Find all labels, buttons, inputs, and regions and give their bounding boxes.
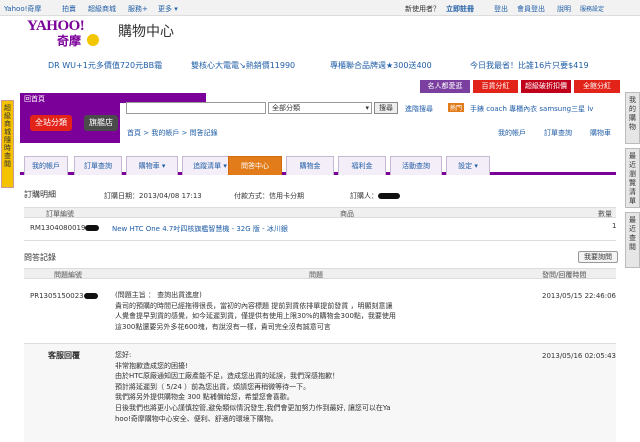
question-body: (問題主旨 ： 查詢出貨進度) 貴司的預購的時間已經拖得很長，當初的內容標題 提…: [115, 290, 396, 332]
right-side-tabs: 我的購物 最近瀏覽清單 最近查閱: [625, 92, 640, 270]
question-time: 2013/05/15 22:46:06: [542, 292, 617, 300]
top-link-services[interactable]: 服務+: [128, 4, 148, 14]
buyer-label-text: 訂購人：: [350, 192, 378, 200]
question-line: 貴司的預購的時間已經拖得很長，當初的內容標題 提前到貨依排單提前發貨 ，明顯刻意…: [115, 301, 393, 310]
promo-button-discount[interactable]: 超級破折扣價: [521, 80, 571, 93]
reply-line: 日後我們也將更小心謹慎控管,避免類似情況發生,我們會更加努力作到最好, 讓您可以…: [115, 403, 391, 412]
member-logout-link[interactable]: 會員登出: [517, 4, 545, 14]
breadcrumb[interactable]: 首頁 > 我的帳戶 > 問答記錄: [127, 128, 218, 138]
qa-table-header: 問題編號 問題 發問/回覆時間: [24, 268, 616, 279]
promo-button-all[interactable]: 全館分紅: [574, 80, 620, 93]
order-query-link[interactable]: 訂單查詢: [544, 128, 572, 138]
redacted-question-suffix: [83, 293, 98, 299]
reply-body: 您好: 非常抱歉造成您的困擾! 由於HTC原廠通知因工廠產能不足，造成您出貨的延…: [115, 350, 391, 424]
tab-shopping-credit[interactable]: 購物金: [286, 156, 334, 175]
tab-welfare[interactable]: 福利金: [338, 156, 386, 175]
buyer-label: 訂購人：: [350, 191, 400, 201]
left-side-badge[interactable]: 超級商城隨時查閱: [1, 100, 14, 188]
tab-qa-center[interactable]: 問答中心: [228, 156, 282, 175]
hot-badge: 熱門: [448, 103, 465, 112]
tab-activity-query[interactable]: 活動查詢: [390, 156, 442, 175]
search-category-select[interactable]: 全部分類 ▾: [268, 102, 372, 114]
tab-my-account[interactable]: 我的帳戶: [24, 156, 68, 175]
qa-section-title: 問答記錄: [24, 253, 56, 262]
promo-link-1[interactable]: DR WU+1元多價值720元BB霜: [48, 60, 162, 71]
promo-link-2[interactable]: 雙核心大電電↘熱銷價11990: [191, 60, 295, 71]
top-link-mall[interactable]: 超級商城: [88, 4, 116, 14]
col-question-id: 問題編號: [54, 271, 82, 279]
reply-line: hoo!奇摩購物中心安全、便利、舒適的環境下購物。: [115, 414, 278, 423]
reply-label: 客服回覆: [48, 351, 80, 360]
order-id-text: RM1304080019: [30, 224, 86, 232]
top-link-yahoo[interactable]: Yahoo!奇摩: [4, 4, 41, 14]
advanced-search-link[interactable]: 進階搜尋: [405, 104, 433, 114]
question-subject: (問題主旨 ： 查詢出貨進度): [115, 291, 202, 299]
divider: [24, 240, 616, 241]
col-question: 問題: [309, 271, 323, 279]
reply-time: 2013/05/16 02:05:43: [542, 352, 617, 360]
col-item: 商品: [340, 210, 354, 218]
search-category-value: 全部分類: [272, 104, 300, 112]
payment-method: 付款方式：信用卡分期: [234, 192, 304, 200]
question-line: 這300點還要另外多花600塊，有說沒有一樣，貴司完全沒有誠意可言: [115, 322, 331, 331]
promo-button-celebrity[interactable]: 名人都愛逛: [420, 80, 470, 93]
search-button[interactable]: 搜尋: [374, 102, 398, 114]
logout-link[interactable]: 登出: [494, 4, 508, 14]
reply-line: 預計將延遲到（ 5/24 ）前為您出貨，煩請您再稍微等待一下。: [115, 382, 311, 391]
order-id-value: RM1304080019: [30, 224, 100, 232]
chevron-down-icon: ▾: [365, 104, 369, 112]
tab-cart[interactable]: 購物車 ▾: [126, 156, 178, 175]
service-settings-link[interactable]: 服務設定: [580, 4, 604, 13]
top-link-auction[interactable]: 拍賣: [62, 4, 76, 14]
order-section-title: 訂購明細: [24, 190, 56, 199]
cart-link[interactable]: 購物車: [590, 128, 611, 138]
redacted-order-suffix: [85, 225, 100, 231]
reply-line: 我們將另外提供購物金 300 點補償給您，希望您會喜歡。: [115, 393, 294, 402]
reply-line: 您好:: [115, 351, 132, 359]
redacted-name: [378, 193, 400, 199]
order-item-link[interactable]: New HTC One 4.7吋四核旗艦智慧機 - 32G 版 - 冰川銀: [112, 224, 288, 234]
question-id-text: PR1305150023: [30, 292, 84, 300]
order-qty-value: 1: [612, 222, 617, 230]
logo-sub: 奇摩: [57, 34, 82, 48]
help-link[interactable]: 說明: [557, 4, 571, 14]
all-categories-button[interactable]: 全站分類: [30, 115, 72, 131]
promo-link-3[interactable]: 專櫃聯合品牌週★300送400: [330, 60, 432, 71]
tab-order-query[interactable]: 訂單查詢: [74, 156, 122, 175]
right-tab-recent-list[interactable]: 最近瀏覽清單: [625, 148, 640, 208]
question-id: PR1305150023: [30, 292, 98, 300]
top-link-more[interactable]: 更多 ▾: [158, 4, 178, 14]
search-input[interactable]: [126, 102, 266, 114]
reply-line: 非常抱歉造成您的困擾!: [115, 361, 188, 370]
right-tab-my-shopping[interactable]: 我的購物: [625, 92, 640, 144]
col-order-id: 訂單編號: [46, 210, 74, 218]
promo-button-department[interactable]: 百貨分紅: [473, 80, 518, 93]
question-line: 人覺會提早到貨的感覺，如今延遲到貨，僅提供有使用上限30%的購物金300點，我要…: [115, 312, 396, 321]
reply-line: 由於HTC原廠通知因工廠產能不足，造成您出貨的延誤，我們深感抱歉！: [115, 372, 340, 381]
flagship-store-button[interactable]: 旗艦店: [84, 115, 118, 131]
tab-settings[interactable]: 設定 ▾: [446, 156, 490, 175]
my-account-link[interactable]: 我的帳戶: [498, 128, 526, 138]
right-tab-recent-view[interactable]: 最近查閱: [625, 212, 640, 268]
col-qty: 數量: [598, 210, 612, 218]
order-table-header: 訂單編號 商品 數量: [24, 207, 616, 218]
ask-question-button[interactable]: 我要詢問: [578, 251, 618, 263]
yahoo-logo[interactable]: YAHOO! 奇摩: [27, 18, 102, 48]
logo-bag-icon: [87, 34, 99, 46]
col-time: 發問/回覆時間: [542, 271, 587, 279]
order-date: 訂購日期：2013/04/08 17:13: [104, 192, 202, 200]
account-nav: 我的帳戶 訂單查詢 購物車 ▾ 追蹤清單 ▾ 問答中心 購物金 福利金 活動查詢…: [20, 155, 616, 175]
register-link[interactable]: 立即註冊: [446, 4, 474, 14]
new-user-text: 新使用者？: [405, 5, 440, 13]
top-utility-bar: Yahoo!奇摩 拍賣 超級商城 服務+ 更多 ▾ 新使用者？ 立即註冊 登出 …: [0, 0, 640, 16]
site-title: 購物中心: [118, 24, 174, 40]
promo-link-4[interactable]: 今日我最省！比誰16片只要$419: [470, 60, 589, 71]
hot-keywords[interactable]: 手錶 coach 專櫃內衣 samsung三星 lv: [470, 104, 593, 114]
